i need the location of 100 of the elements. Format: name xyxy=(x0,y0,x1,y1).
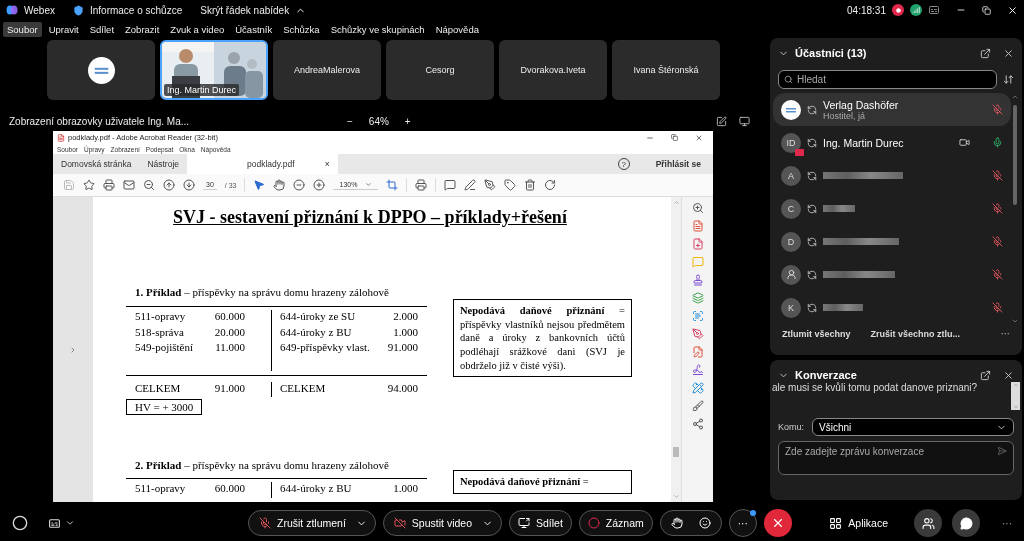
tab[interactable]: podklady.pdf × xyxy=(187,154,338,174)
ring-icon[interactable] xyxy=(12,515,28,531)
print-icon[interactable] xyxy=(103,179,115,191)
chevron-down-icon[interactable] xyxy=(65,518,75,528)
restore-icon[interactable] xyxy=(982,5,991,15)
participant-tile[interactable]: Ing. Martin Durec xyxy=(160,40,268,100)
tool-icon[interactable] xyxy=(691,202,704,214)
participant-tile[interactable]: Dvorakova.Iveta xyxy=(499,40,607,100)
scrollbar-thumb[interactable] xyxy=(1013,105,1017,205)
tool-icon[interactable] xyxy=(691,292,704,304)
zoom-in-button[interactable]: + xyxy=(404,116,411,127)
mic-off-icon[interactable] xyxy=(992,236,1003,247)
zoom-out-button[interactable]: − xyxy=(347,116,353,127)
sign-icon[interactable] xyxy=(484,179,497,191)
menu-item[interactable]: Zvuk a video xyxy=(166,21,229,37)
mic-off-icon[interactable] xyxy=(992,104,1003,115)
rotate-icon[interactable] xyxy=(544,179,557,191)
mic-icon[interactable] xyxy=(992,137,1003,148)
fit-page-icon[interactable] xyxy=(386,179,399,191)
menu-item[interactable]: Soubor xyxy=(3,21,42,37)
message-field[interactable]: Zde zadejte zprávu konverzace xyxy=(778,441,1014,475)
participant-row[interactable]: ID Ing. Martin Durec xyxy=(773,126,1011,159)
menu-item[interactable]: Účastník xyxy=(231,21,277,37)
tool-icon[interactable] xyxy=(691,274,704,286)
pop-out-icon[interactable] xyxy=(980,47,991,59)
menu-item[interactable]: Upravit xyxy=(44,21,83,37)
recipient-dropdown[interactable]: Všichni xyxy=(812,418,1014,436)
menu-item[interactable]: Nápověda xyxy=(431,21,483,37)
participant-row[interactable]: K xyxy=(773,291,1011,324)
sign-in-button[interactable]: Přihlásit se xyxy=(655,159,701,169)
raise-hand-icon[interactable] xyxy=(670,517,683,529)
more-options-button[interactable]: ··· xyxy=(728,509,757,537)
star-icon[interactable] xyxy=(83,179,95,191)
more-button[interactable]: ··· xyxy=(1002,517,1012,529)
mic-off-icon[interactable] xyxy=(992,203,1003,214)
annotate-icon[interactable] xyxy=(716,116,727,127)
participants-button[interactable] xyxy=(914,509,942,537)
participant-tile[interactable] xyxy=(47,40,155,100)
participant-row[interactable]: A xyxy=(773,159,1011,192)
apps-button[interactable]: Aplikace xyxy=(823,515,894,531)
zoom-minus-icon[interactable] xyxy=(293,179,306,191)
unmute-all-button[interactable]: Zrušit všechno ztlu... xyxy=(870,329,961,339)
menu-item[interactable]: Sdílet xyxy=(85,21,119,37)
participant-row[interactable]: D xyxy=(773,225,1011,258)
tool-icon[interactable] xyxy=(691,418,704,430)
scroll-up-icon[interactable] xyxy=(1011,93,1019,101)
mic-off-icon[interactable] xyxy=(992,269,1003,280)
participant-tile[interactable]: AndreaMalerova xyxy=(273,40,381,100)
restore-icon[interactable] xyxy=(671,134,678,141)
message-input[interactable]: Zde zadejte zprávu konverzace xyxy=(785,446,997,457)
participant-tile[interactable]: Cesorg xyxy=(386,40,494,100)
tool-icon[interactable] xyxy=(691,382,704,394)
arrow-down-icon[interactable] xyxy=(183,179,195,191)
leave-button[interactable] xyxy=(763,509,792,537)
tool-icon[interactable] xyxy=(691,220,704,232)
tool-icon[interactable] xyxy=(691,238,704,250)
tool-icon[interactable] xyxy=(691,400,704,412)
trash-icon[interactable] xyxy=(524,179,537,191)
pop-out-icon[interactable] xyxy=(980,369,991,381)
arrow-up-icon[interactable] xyxy=(163,179,175,191)
comment-icon[interactable] xyxy=(444,179,457,191)
record-button[interactable]: Záznam xyxy=(578,510,653,536)
mail-icon[interactable] xyxy=(123,179,135,191)
meeting-info-link[interactable]: Informace o schůzce xyxy=(89,4,183,16)
tag-icon[interactable] xyxy=(504,179,517,191)
close-icon[interactable] xyxy=(1003,47,1014,59)
tool-icon[interactable] xyxy=(691,364,704,376)
zoom-out-icon[interactable] xyxy=(143,179,155,191)
sort-icon[interactable] xyxy=(1003,73,1014,85)
scrollbar-thumb[interactable] xyxy=(673,447,679,457)
tab[interactable]: Nástroje xyxy=(139,154,188,174)
reactions-icon[interactable] xyxy=(698,517,711,529)
pointer-icon[interactable] xyxy=(253,179,266,191)
chat-button[interactable] xyxy=(952,509,980,537)
menu-item[interactable]: Schůzky ve skupinách xyxy=(326,21,429,37)
shield-icon[interactable] xyxy=(72,4,84,16)
pen-icon[interactable] xyxy=(464,179,477,191)
scroll-down-icon[interactable] xyxy=(1011,317,1019,325)
search-field[interactable]: Hledat xyxy=(778,69,997,89)
menu-item[interactable]: Zobrazit xyxy=(121,21,164,37)
send-icon[interactable] xyxy=(997,446,1007,456)
hand-icon[interactable] xyxy=(273,179,286,191)
monitor-icon[interactable] xyxy=(739,116,750,127)
participant-tile[interactable]: Ivana Štéronská xyxy=(612,40,720,100)
more-button[interactable]: ··· xyxy=(1001,329,1010,339)
captions-icon[interactable] xyxy=(48,516,61,530)
hide-menu-toggle[interactable]: Skrýt řádek nabídek xyxy=(200,4,290,16)
tool-icon[interactable] xyxy=(691,328,704,340)
tab-close-button[interactable]: × xyxy=(324,159,330,169)
participant-row[interactable]: C xyxy=(773,192,1011,225)
share-button[interactable]: Sdílet xyxy=(509,510,572,536)
menu-item[interactable]: Schůzka xyxy=(279,21,324,37)
zoom-plus-icon[interactable] xyxy=(313,179,326,191)
close-icon[interactable] xyxy=(1007,4,1018,16)
mic-off-icon[interactable] xyxy=(992,170,1003,181)
tool-icon[interactable] xyxy=(691,310,704,322)
mute-all-button[interactable]: Ztlumit všechny xyxy=(782,329,851,339)
participant-row[interactable]: Verlag Dashöfer Hostitel, já xyxy=(773,93,1011,126)
tab[interactable]: Domovská stránka xyxy=(53,154,140,174)
mic-off-icon[interactable] xyxy=(992,302,1003,313)
